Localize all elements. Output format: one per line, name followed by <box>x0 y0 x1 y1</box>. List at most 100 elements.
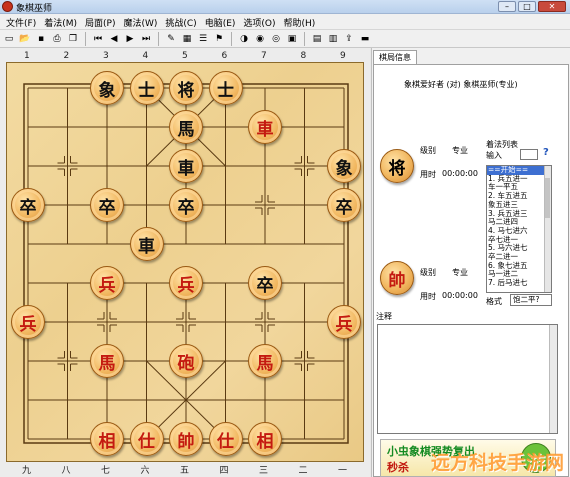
red-piece[interactable]: 仕 <box>129 422 164 456</box>
minimize-button[interactable]: – <box>498 1 516 12</box>
toolbar-separator <box>231 31 232 46</box>
list-icon[interactable]: ☰ <box>196 32 210 46</box>
red-piece[interactable]: 兵 <box>11 305 45 339</box>
note-label: 注释 <box>376 312 392 321</box>
ad-line-2: 秒杀 <box>387 461 409 474</box>
print-icon[interactable]: ⎙ <box>50 32 64 46</box>
black-piece[interactable]: 象 <box>90 71 124 105</box>
top-time-value: 00:00:00 <box>442 169 478 178</box>
bottom-coordinate: 七 <box>101 466 111 476</box>
red-piece[interactable]: 兵 <box>327 305 361 339</box>
move-input[interactable] <box>520 149 538 160</box>
black-piece[interactable]: 卒 <box>169 188 203 222</box>
menu-item-5[interactable]: 电脑(E) <box>201 14 240 29</box>
top-coordinate: 7 <box>261 51 267 61</box>
red-piece[interactable]: 帥 <box>169 422 203 456</box>
export-icon[interactable]: ⇪ <box>342 32 356 46</box>
tree-icon[interactable]: ⚑ <box>212 32 226 46</box>
red-piece[interactable]: 仕 <box>208 422 243 456</box>
top-time-label: 用时 <box>420 170 436 179</box>
menu-item-2[interactable]: 局面(P) <box>81 14 119 29</box>
red-piece[interactable]: 相 <box>90 422 124 456</box>
toolbar: ▭ 📂 ▪ ⎙ ❐ ⏮ ◀ ▶ ⏭ ✎ ▦ ☰ ⚑ ◑ ◉ ◎ ▣ ▤ ▥ ⇪ ▬ <box>0 30 570 48</box>
bottom-coordinate: 八 <box>61 466 71 476</box>
black-piece[interactable]: 馬 <box>169 110 203 144</box>
move-list-item[interactable]: 7. 后马进七 <box>487 278 551 288</box>
close-button[interactable]: ✕ <box>538 1 566 12</box>
toolbar-separator <box>85 31 86 46</box>
book-icon[interactable]: ▤ <box>310 32 324 46</box>
side-panel: 棋局信息 象棋爱好者 (对) 象棋巫师(专业) 将 级别 专业 用时 00:00… <box>371 48 570 477</box>
bottom-level-label: 级别 <box>420 268 436 277</box>
move-list-scrollbar[interactable] <box>544 166 551 292</box>
red-piece[interactable]: 兵 <box>169 266 203 300</box>
menu-item-6[interactable]: 选项(O) <box>239 14 279 29</box>
move-list[interactable]: ==开始== 1. 兵五进一 车一平五 2. 车五进五 象五进三 3. 兵五进三 马二… <box>486 165 552 293</box>
scrollbar-thumb[interactable] <box>545 178 550 218</box>
window-title: 象棋巫师 <box>16 4 53 14</box>
title-bar: 象棋巫师 – □ ✕ <box>0 0 570 14</box>
top-player-piece: 将 <box>380 149 414 183</box>
xiangqi-board[interactable]: 象士将士馬車車象卒卒卒卒車兵兵卒兵兵馬砲馬相仕帥仕相 <box>6 62 364 462</box>
top-coordinate: 1 <box>24 51 30 61</box>
black-piece[interactable]: 車 <box>169 149 203 183</box>
menu-item-3[interactable]: 魔法(W) <box>119 14 161 29</box>
note-scrollbar[interactable] <box>549 325 557 433</box>
maximize-button[interactable]: □ <box>518 1 536 12</box>
save-icon[interactable]: ▪ <box>34 32 48 46</box>
top-coordinate: 4 <box>142 51 149 61</box>
tab-game-info[interactable]: 棋局信息 <box>373 50 417 64</box>
note-textarea[interactable] <box>377 324 558 434</box>
menu-item-0[interactable]: 文件(F) <box>2 14 40 29</box>
menu-item-4[interactable]: 挑战(C) <box>161 14 200 29</box>
menu-item-7[interactable]: 帮助(H) <box>280 14 320 29</box>
movelist-input-label: 输入 <box>486 151 502 160</box>
black-piece[interactable]: 卒 <box>327 188 361 222</box>
watermark: 远方科技手游网 <box>430 452 564 474</box>
black-piece[interactable]: 将 <box>169 71 203 105</box>
black-piece[interactable]: 卒 <box>248 266 282 300</box>
board-icon[interactable]: ▦ <box>180 32 194 46</box>
help-icon[interactable]: ? <box>543 147 549 158</box>
open-icon[interactable]: 📂 <box>18 32 32 46</box>
copy-icon[interactable]: ❐ <box>66 32 80 46</box>
black-piece[interactable]: 車 <box>129 227 164 261</box>
film-icon[interactable]: ▬ <box>358 32 372 46</box>
edit-icon[interactable]: ✎ <box>164 32 178 46</box>
format-label: 格式 <box>486 297 502 306</box>
color-icon[interactable]: ◑ <box>237 32 251 46</box>
red-piece[interactable]: 馬 <box>90 344 124 378</box>
ruler-icon[interactable]: ▥ <box>326 32 340 46</box>
bottom-time-label: 用时 <box>420 292 436 301</box>
bottom-time-value: 00:00:00 <box>442 291 478 300</box>
black-piece[interactable]: 士 <box>129 71 164 105</box>
last-move-icon[interactable]: ⏭ <box>139 32 153 46</box>
red-piece[interactable]: 車 <box>248 110 282 144</box>
black-piece[interactable]: 卒 <box>11 188 45 222</box>
red-piece[interactable]: 兵 <box>90 266 124 300</box>
game-info-panel: 象棋爱好者 (对) 象棋巫师(专业) 将 级别 专业 用时 00:00:00 帥… <box>373 64 569 477</box>
menu-item-1[interactable]: 着法(M) <box>40 14 81 29</box>
black-piece[interactable]: 象 <box>327 149 361 183</box>
black-piece[interactable]: 士 <box>208 71 243 105</box>
new-icon[interactable]: ▭ <box>2 32 16 46</box>
capture-icon[interactable]: ▣ <box>285 32 299 46</box>
black-piece[interactable]: 卒 <box>90 188 124 222</box>
red-piece[interactable]: 砲 <box>169 344 203 378</box>
bottom-coordinate: 一 <box>338 466 348 476</box>
camera-icon[interactable]: ◎ <box>269 32 283 46</box>
next-move-icon[interactable]: ▶ <box>123 32 137 46</box>
bottom-coordinate: 二 <box>298 466 308 476</box>
bottom-player-piece: 帥 <box>380 261 414 295</box>
prev-move-icon[interactable]: ◀ <box>107 32 121 46</box>
first-move-icon[interactable]: ⏮ <box>91 32 105 46</box>
matchup-text: 象棋爱好者 (对) 象棋巫师(专业) <box>404 80 518 89</box>
preview-icon[interactable]: ◉ <box>253 32 267 46</box>
top-level-label: 级别 <box>420 146 436 155</box>
format-select[interactable]: 饱二平? <box>510 294 552 306</box>
bottom-coordinate: 五 <box>180 466 190 476</box>
red-piece[interactable]: 相 <box>248 422 282 456</box>
red-piece[interactable]: 馬 <box>248 344 282 378</box>
bottom-coordinate: 六 <box>140 466 150 476</box>
toolbar-separator <box>158 31 159 46</box>
